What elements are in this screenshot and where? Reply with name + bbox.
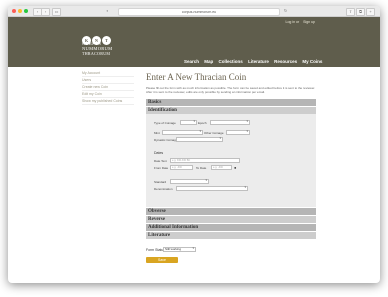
- sidebar-icon[interactable]: ▭: [52, 8, 61, 16]
- epoch-label: Epoch: [198, 121, 207, 125]
- main-content: Enter A New Thracian Coin Please fill ou…: [146, 70, 316, 239]
- nav-search[interactable]: Search: [184, 59, 199, 64]
- nav-resources[interactable]: Resources: [274, 59, 297, 64]
- sidebar-item-my-account[interactable]: My Account: [82, 70, 134, 77]
- section-identification[interactable]: Identification: [146, 107, 316, 114]
- denomination-select[interactable]: ▾: [176, 186, 248, 191]
- section-obverse[interactable]: Obverse: [146, 208, 316, 215]
- sidebar-item-published-coins[interactable]: Show my published Coins: [82, 98, 134, 105]
- mint-label: Mint: [154, 131, 160, 135]
- close-window-button[interactable]: [12, 9, 16, 13]
- browser-toolbar: ‹ › ▭ ◐ corpus-nummorum.eu ↻ ⇪ ⧉ +: [8, 6, 380, 17]
- nav-collections[interactable]: Collections: [219, 59, 243, 64]
- brand-line: THRACORUM: [82, 51, 111, 56]
- nav-literature[interactable]: Literature: [248, 59, 269, 64]
- chevron-down-icon: ▾: [219, 136, 221, 140]
- browser-window: ‹ › ▭ ◐ corpus-nummorum.eu ↻ ⇪ ⧉ + Log i…: [8, 6, 380, 283]
- chevron-down-icon: ▾: [205, 178, 207, 182]
- section-literature[interactable]: Literature: [146, 232, 316, 239]
- chevron-down-icon: ▾: [244, 185, 246, 189]
- nav-my-coins[interactable]: My Coins: [302, 59, 322, 64]
- chevron-down-icon: ▾: [192, 246, 194, 250]
- sidebar-item-create-coin[interactable]: Create new Coin: [82, 84, 134, 91]
- other-coinage-label: Other Coinage: [204, 131, 224, 135]
- chevron-down-icon: ▾: [199, 129, 201, 133]
- from-date-input[interactable]: e.g. -300: [170, 165, 193, 170]
- from-date-label: From Date: [154, 166, 169, 170]
- to-date-input[interactable]: e.g. -300: [211, 165, 232, 170]
- standard-select[interactable]: ▾: [170, 179, 209, 184]
- section-basics[interactable]: Basics: [146, 99, 316, 106]
- address-bar[interactable]: corpus-nummorum.eu: [118, 8, 280, 16]
- site-header: Log in or Sign up KNT CORPUS NUMMORUM THR…: [8, 17, 380, 67]
- privacy-icon: ◐: [106, 8, 109, 13]
- nav-map[interactable]: Map: [204, 59, 213, 64]
- form-status-value: Still working: [165, 247, 182, 251]
- other-coinage-select[interactable]: ▾: [226, 130, 250, 135]
- signup-link[interactable]: Sign up: [303, 20, 315, 24]
- page-title: Enter A New Thracian Coin: [146, 72, 247, 82]
- share-icon[interactable]: ⇪: [346, 8, 355, 16]
- sidebar-item-users[interactable]: Users: [82, 77, 134, 84]
- dynastic-coinage-label: Dynastic Coinage: [154, 138, 178, 142]
- chevron-down-icon: ▾: [246, 119, 248, 123]
- maximize-window-button[interactable]: [24, 9, 28, 13]
- account-links: Log in or Sign up: [282, 20, 316, 24]
- coinage-type-select[interactable]: ▾: [180, 120, 197, 125]
- chevron-down-icon: ▾: [246, 129, 248, 133]
- mint-select[interactable]: ▾: [162, 130, 203, 135]
- site-brand: CORPUS NUMMORUM THRACORUM: [82, 41, 112, 56]
- dates-heading: Dates: [154, 151, 164, 155]
- epoch-select[interactable]: ▾: [210, 120, 250, 125]
- info-icon[interactable]: ●: [234, 165, 236, 170]
- identification-form: Type of Coinage ▾ Epoch ▾ Mint ▾ Other C…: [146, 114, 316, 207]
- tabs-icon[interactable]: ⧉: [356, 8, 365, 16]
- to-date-label: To Date: [196, 166, 207, 170]
- forward-icon[interactable]: ›: [41, 8, 50, 16]
- date-text-input[interactable]: e.g. 336-330 BC: [170, 158, 240, 163]
- login-link[interactable]: Log in or: [286, 20, 300, 24]
- intro-text: Please fill out the form with as much in…: [146, 86, 316, 94]
- main-nav: Search Map Collections Literature Resour…: [184, 59, 326, 64]
- section-additional-information[interactable]: Additional Information: [146, 224, 316, 231]
- standard-label: Standard: [154, 180, 167, 184]
- date-text-label: Date Text: [154, 159, 167, 163]
- new-tab-icon[interactable]: +: [366, 8, 375, 16]
- dynastic-coinage-select[interactable]: ▾: [176, 137, 223, 142]
- account-sidebar: My Account Users Create new Coin Edit my…: [82, 70, 134, 105]
- minimize-window-button[interactable]: [18, 9, 22, 13]
- denomination-label: Denomination: [154, 187, 173, 191]
- reload-icon[interactable]: ↻: [282, 8, 289, 14]
- form-status-select[interactable]: Still working ▾: [163, 247, 196, 252]
- sidebar-item-edit-coin[interactable]: Edit my Coin: [82, 91, 134, 98]
- save-button[interactable]: Save: [146, 257, 178, 263]
- chevron-down-icon: ▾: [193, 119, 195, 123]
- coinage-type-label: Type of Coinage: [154, 121, 176, 125]
- section-reverse[interactable]: Reverse: [146, 216, 316, 223]
